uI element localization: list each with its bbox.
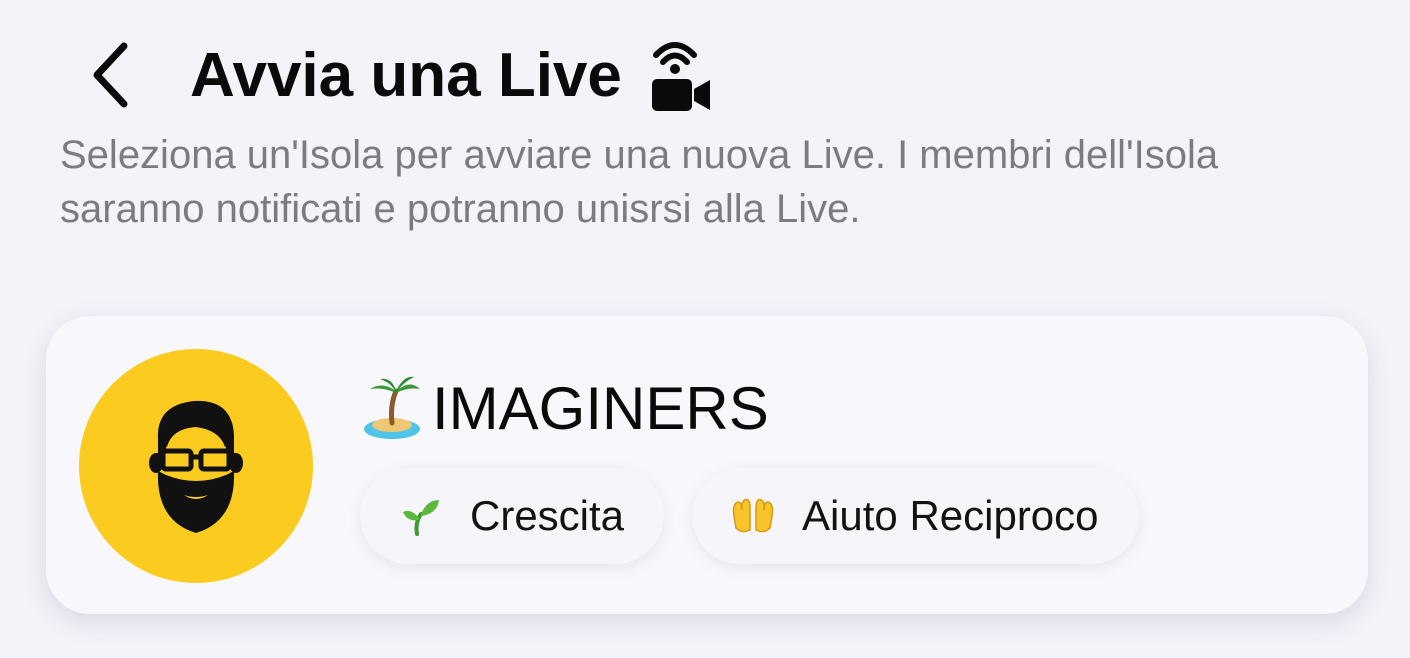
- live-camera-icon: [650, 35, 716, 115]
- island-name-text: IMAGINERS: [432, 374, 769, 442]
- open-hands-emoji: [730, 493, 776, 539]
- back-button[interactable]: [82, 35, 138, 115]
- bearded-man-avatar: [149, 400, 243, 533]
- island-name: IMAGINERS: [362, 368, 769, 448]
- avatar: [79, 349, 313, 583]
- island-emoji: [362, 373, 424, 443]
- start-live-screen: Avvia una Live Seleziona un'Isola per av…: [0, 0, 1410, 658]
- tag-label: Aiuto Reciproco: [802, 492, 1099, 539]
- tag-label: Crescita: [470, 492, 625, 539]
- seedling-emoji: [398, 493, 444, 539]
- header: Avvia una Live: [82, 32, 716, 118]
- island-tags: Crescita Aiuto Reciproco: [360, 468, 1139, 564]
- chevron-left-icon: [93, 42, 128, 108]
- tag-aiuto-reciproco[interactable]: Aiuto Reciproco: [692, 468, 1139, 564]
- page-description: Seleziona un'Isola per avviare una nuova…: [60, 133, 1219, 231]
- page-title: Avvia una Live: [190, 40, 622, 110]
- tag-crescita[interactable]: Crescita: [360, 468, 665, 564]
- island-card[interactable]: IMAGINERS Crescita Aiuto Reciproco: [46, 316, 1368, 614]
